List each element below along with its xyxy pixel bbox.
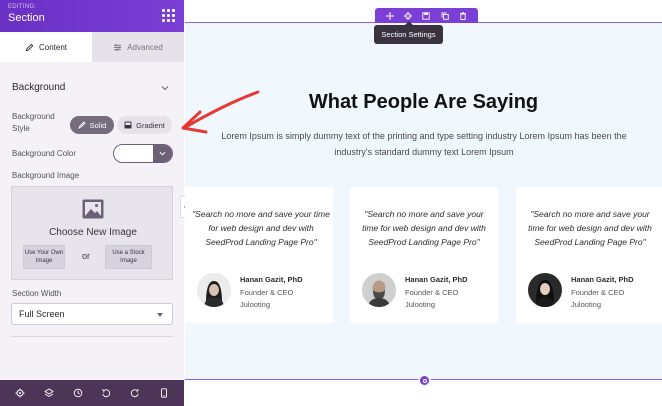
editing-label: EDITING: xyxy=(8,4,37,10)
settings-panel: Background Background Style Solid Gradie… xyxy=(0,62,184,380)
tab-advanced-label: Advanced xyxy=(127,42,163,52)
background-style-label: Background Style xyxy=(12,112,55,133)
author-company: Julooting xyxy=(240,300,271,309)
section-width-select[interactable]: Full Screen xyxy=(11,303,173,325)
image-icon xyxy=(82,199,104,219)
tab-content[interactable]: Content xyxy=(0,32,92,62)
gradient-icon xyxy=(124,121,132,129)
caret-down-icon xyxy=(157,313,163,317)
solid-button-label: Solid xyxy=(89,120,107,130)
choose-new-image[interactable]: Choose New Image xyxy=(12,227,174,238)
sidebar-title: Section xyxy=(8,12,45,24)
mobile-preview-icon[interactable] xyxy=(159,388,169,398)
author-name: Hanan Gazit, PhD xyxy=(571,275,634,284)
chevron-down-icon[interactable] xyxy=(161,84,169,92)
author-role: Founder & CEO xyxy=(240,288,294,297)
divider xyxy=(11,336,173,337)
undo-icon[interactable] xyxy=(101,388,111,398)
author-company: Julooting xyxy=(571,300,602,309)
section-toolbar xyxy=(375,8,478,23)
testimonial-quote: "Search no more and save your time for w… xyxy=(528,209,652,247)
section-width-value: Full Screen xyxy=(19,309,65,319)
use-own-image-button[interactable]: Use Your Own Image xyxy=(23,245,65,269)
use-stock-image-button[interactable]: Use a Stock Image xyxy=(105,245,152,269)
gradient-button[interactable]: Gradient xyxy=(117,116,172,134)
sidebar-header: EDITING: Section xyxy=(0,0,184,32)
settings-icon[interactable] xyxy=(404,11,413,20)
sliders-icon xyxy=(114,43,122,51)
layers-icon[interactable] xyxy=(44,388,54,398)
pencil-icon xyxy=(25,43,34,51)
avatar xyxy=(362,273,396,307)
or-text: or xyxy=(81,251,90,261)
author-role: Founder & CEO xyxy=(405,288,459,297)
author-name: Hanan Gazit, PhD xyxy=(240,275,303,284)
grid-menu-icon[interactable] xyxy=(162,9,176,23)
section-width-label: Section Width xyxy=(12,289,62,298)
chevron-down-icon xyxy=(159,151,166,156)
avatar xyxy=(197,273,231,307)
section-settings-tooltip: Section Settings xyxy=(374,21,443,44)
sidebar-tabs: Content Advanced xyxy=(0,32,184,62)
background-image-label: Background Image xyxy=(12,171,80,180)
avatar-woman-icon xyxy=(197,273,231,307)
brush-icon xyxy=(77,121,86,129)
background-color-picker[interactable] xyxy=(113,144,173,163)
testimonial-card[interactable]: "Search no more and save your time for w… xyxy=(185,187,333,323)
color-dropdown-toggle[interactable] xyxy=(153,145,172,162)
tab-content-label: Content xyxy=(38,42,68,52)
redo-icon[interactable] xyxy=(130,388,140,398)
background-color-label: Background Color xyxy=(12,149,77,158)
page-subtext[interactable]: Lorem Ipsum is simply dummy text of the … xyxy=(215,128,633,160)
testimonial-quote: "Search no more and save your time for w… xyxy=(362,209,486,247)
author-role: Founder & CEO xyxy=(571,288,625,297)
avatar xyxy=(528,273,562,307)
avatar-woman-icon xyxy=(528,273,562,307)
background-image-dropzone[interactable]: Choose New Image Use Your Own Image or U… xyxy=(11,186,173,280)
testimonial-card[interactable]: "Search no more and save your time for w… xyxy=(516,187,662,323)
copy-icon[interactable] xyxy=(441,12,449,20)
move-icon[interactable] xyxy=(386,11,395,20)
page-heading[interactable]: What People Are Saying xyxy=(185,91,662,114)
sidebar-footer xyxy=(0,380,184,406)
background-section-heading[interactable]: Background xyxy=(12,82,65,93)
solid-button[interactable]: Solid xyxy=(70,116,114,134)
history-icon[interactable] xyxy=(73,388,83,398)
section-bottom-handle[interactable] xyxy=(418,374,431,387)
testimonial-card[interactable]: "Search no more and save your time for w… xyxy=(350,187,498,323)
author-company: Julooting xyxy=(405,300,436,309)
author-name: Hanan Gazit, PhD xyxy=(405,275,468,284)
tab-advanced[interactable]: Advanced xyxy=(92,32,184,62)
testimonial-quote: "Search no more and save your time for w… xyxy=(192,209,330,247)
avatar-man-icon xyxy=(362,273,396,307)
gradient-button-label: Gradient xyxy=(136,120,165,130)
gear-icon[interactable] xyxy=(15,388,25,398)
editor-sidebar: EDITING: Section Content Advanced Backgr… xyxy=(0,0,184,406)
delete-icon[interactable] xyxy=(459,11,467,20)
save-icon[interactable] xyxy=(422,11,431,20)
